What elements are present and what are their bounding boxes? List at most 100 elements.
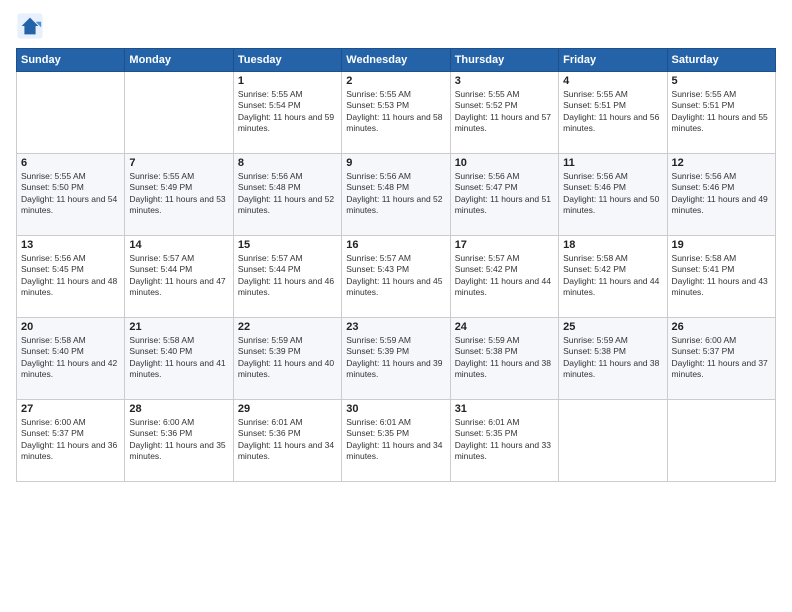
day-detail: Sunrise: 6:00 AMSunset: 5:37 PMDaylight:… bbox=[672, 335, 771, 381]
day-number: 1 bbox=[238, 75, 337, 87]
day-number: 7 bbox=[129, 157, 228, 169]
day-cell: 13 Sunrise: 5:56 AMSunset: 5:45 PMDayligh… bbox=[17, 236, 125, 318]
day-number: 31 bbox=[455, 403, 554, 415]
day-number: 9 bbox=[346, 157, 445, 169]
day-cell: 20 Sunrise: 5:58 AMSunset: 5:40 PMDayligh… bbox=[17, 318, 125, 400]
week-row-2: 13 Sunrise: 5:56 AMSunset: 5:45 PMDayligh… bbox=[17, 236, 776, 318]
day-number: 16 bbox=[346, 239, 445, 251]
week-row-0: 1 Sunrise: 5:55 AMSunset: 5:54 PMDaylight… bbox=[17, 72, 776, 154]
day-number: 20 bbox=[21, 321, 120, 333]
day-number: 15 bbox=[238, 239, 337, 251]
day-detail: Sunrise: 6:00 AMSunset: 5:37 PMDaylight:… bbox=[21, 417, 120, 463]
calendar-body: 1 Sunrise: 5:55 AMSunset: 5:54 PMDaylight… bbox=[17, 72, 776, 482]
day-number: 26 bbox=[672, 321, 771, 333]
day-cell: 31 Sunrise: 6:01 AMSunset: 5:35 PMDayligh… bbox=[450, 400, 558, 482]
day-detail: Sunrise: 5:59 AMSunset: 5:38 PMDaylight:… bbox=[563, 335, 662, 381]
day-number: 4 bbox=[563, 75, 662, 87]
logo bbox=[16, 12, 48, 40]
day-cell: 21 Sunrise: 5:58 AMSunset: 5:40 PMDayligh… bbox=[125, 318, 233, 400]
day-number: 18 bbox=[563, 239, 662, 251]
day-number: 17 bbox=[455, 239, 554, 251]
day-cell: 26 Sunrise: 6:00 AMSunset: 5:37 PMDayligh… bbox=[667, 318, 775, 400]
day-detail: Sunrise: 5:56 AMSunset: 5:46 PMDaylight:… bbox=[563, 171, 662, 217]
day-cell: 8 Sunrise: 5:56 AMSunset: 5:48 PMDaylight… bbox=[233, 154, 341, 236]
day-cell: 16Sunrise: 5:57 AMSunset: 5:43 PMDayligh… bbox=[342, 236, 450, 318]
logo-icon bbox=[16, 12, 44, 40]
day-cell: 9Sunrise: 5:56 AMSunset: 5:48 PMDaylight… bbox=[342, 154, 450, 236]
day-cell: 4 Sunrise: 5:55 AMSunset: 5:51 PMDaylight… bbox=[559, 72, 667, 154]
day-cell: 2Sunrise: 5:55 AMSunset: 5:53 PMDaylight… bbox=[342, 72, 450, 154]
day-detail: Sunrise: 5:58 AMSunset: 5:41 PMDaylight:… bbox=[672, 253, 771, 299]
day-cell: 30 Sunrise: 6:01 AMSunset: 5:35 PMDayligh… bbox=[342, 400, 450, 482]
header-thursday: Thursday bbox=[450, 49, 558, 72]
day-detail: Sunrise: 5:57 AMSunset: 5:44 PMDaylight:… bbox=[238, 253, 337, 299]
day-cell: 1 Sunrise: 5:55 AMSunset: 5:54 PMDaylight… bbox=[233, 72, 341, 154]
header-monday: Monday bbox=[125, 49, 233, 72]
day-cell: 12 Sunrise: 5:56 AMSunset: 5:46 PMDayligh… bbox=[667, 154, 775, 236]
day-cell: 23Sunrise: 5:59 AMSunset: 5:39 PMDayligh… bbox=[342, 318, 450, 400]
header-friday: Friday bbox=[559, 49, 667, 72]
day-number: 13 bbox=[21, 239, 120, 251]
day-number: 10 bbox=[455, 157, 554, 169]
day-cell: 19Sunrise: 5:58 AMSunset: 5:41 PMDayligh… bbox=[667, 236, 775, 318]
day-detail: Sunrise: 5:58 AMSunset: 5:40 PMDaylight:… bbox=[21, 335, 120, 381]
page: SundayMondayTuesdayWednesdayThursdayFrid… bbox=[0, 0, 792, 612]
day-detail: Sunrise: 6:01 AMSunset: 5:36 PMDaylight:… bbox=[238, 417, 337, 463]
day-number: 30 bbox=[346, 403, 445, 415]
day-cell: 17Sunrise: 5:57 AMSunset: 5:42 PMDayligh… bbox=[450, 236, 558, 318]
day-cell: 22 Sunrise: 5:59 AMSunset: 5:39 PMDayligh… bbox=[233, 318, 341, 400]
day-number: 21 bbox=[129, 321, 228, 333]
day-cell: 3Sunrise: 5:55 AMSunset: 5:52 PMDaylight… bbox=[450, 72, 558, 154]
day-detail: Sunrise: 5:55 AMSunset: 5:50 PMDaylight:… bbox=[21, 171, 120, 217]
day-number: 12 bbox=[672, 157, 771, 169]
day-detail: Sunrise: 5:55 AMSunset: 5:51 PMDaylight:… bbox=[563, 89, 662, 135]
day-detail: Sunrise: 5:59 AMSunset: 5:39 PMDaylight:… bbox=[346, 335, 445, 381]
header-saturday: Saturday bbox=[667, 49, 775, 72]
day-number: 22 bbox=[238, 321, 337, 333]
day-number: 24 bbox=[455, 321, 554, 333]
header-row: SundayMondayTuesdayWednesdayThursdayFrid… bbox=[17, 49, 776, 72]
calendar-header: SundayMondayTuesdayWednesdayThursdayFrid… bbox=[17, 49, 776, 72]
day-cell: 10Sunrise: 5:56 AMSunset: 5:47 PMDayligh… bbox=[450, 154, 558, 236]
day-number: 28 bbox=[129, 403, 228, 415]
day-cell: 7Sunrise: 5:55 AMSunset: 5:49 PMDaylight… bbox=[125, 154, 233, 236]
header-tuesday: Tuesday bbox=[233, 49, 341, 72]
day-number: 8 bbox=[238, 157, 337, 169]
day-cell: 25 Sunrise: 5:59 AMSunset: 5:38 PMDayligh… bbox=[559, 318, 667, 400]
day-cell: 18 Sunrise: 5:58 AMSunset: 5:42 PMDayligh… bbox=[559, 236, 667, 318]
day-cell bbox=[559, 400, 667, 482]
day-detail: Sunrise: 5:56 AMSunset: 5:46 PMDaylight:… bbox=[672, 171, 771, 217]
day-detail: Sunrise: 6:01 AMSunset: 5:35 PMDaylight:… bbox=[346, 417, 445, 463]
day-detail: Sunrise: 5:56 AMSunset: 5:45 PMDaylight:… bbox=[21, 253, 120, 299]
day-cell: 29 Sunrise: 6:01 AMSunset: 5:36 PMDayligh… bbox=[233, 400, 341, 482]
day-detail: Sunrise: 5:59 AMSunset: 5:38 PMDaylight:… bbox=[455, 335, 554, 381]
day-detail: Sunrise: 6:01 AMSunset: 5:35 PMDaylight:… bbox=[455, 417, 554, 463]
header bbox=[16, 12, 776, 40]
day-detail: Sunrise: 5:55 AMSunset: 5:54 PMDaylight:… bbox=[238, 89, 337, 135]
day-number: 11 bbox=[563, 157, 662, 169]
day-cell bbox=[17, 72, 125, 154]
day-cell: 14 Sunrise: 5:57 AMSunset: 5:44 PMDayligh… bbox=[125, 236, 233, 318]
day-number: 3 bbox=[455, 75, 554, 87]
day-cell: 27Sunrise: 6:00 AMSunset: 5:37 PMDayligh… bbox=[17, 400, 125, 482]
day-cell: 28 Sunrise: 6:00 AMSunset: 5:36 PMDayligh… bbox=[125, 400, 233, 482]
day-number: 2 bbox=[346, 75, 445, 87]
day-detail: Sunrise: 6:00 AMSunset: 5:36 PMDaylight:… bbox=[129, 417, 228, 463]
day-number: 25 bbox=[563, 321, 662, 333]
day-cell: 6 Sunrise: 5:55 AMSunset: 5:50 PMDaylight… bbox=[17, 154, 125, 236]
day-number: 6 bbox=[21, 157, 120, 169]
day-detail: Sunrise: 5:58 AMSunset: 5:40 PMDaylight:… bbox=[129, 335, 228, 381]
day-detail: Sunrise: 5:59 AMSunset: 5:39 PMDaylight:… bbox=[238, 335, 337, 381]
day-number: 5 bbox=[672, 75, 771, 87]
day-detail: Sunrise: 5:58 AMSunset: 5:42 PMDaylight:… bbox=[563, 253, 662, 299]
day-number: 29 bbox=[238, 403, 337, 415]
day-detail: Sunrise: 5:55 AMSunset: 5:51 PMDaylight:… bbox=[672, 89, 771, 135]
week-row-4: 27Sunrise: 6:00 AMSunset: 5:37 PMDayligh… bbox=[17, 400, 776, 482]
day-detail: Sunrise: 5:56 AMSunset: 5:48 PMDaylight:… bbox=[238, 171, 337, 217]
header-sunday: Sunday bbox=[17, 49, 125, 72]
day-cell: 11 Sunrise: 5:56 AMSunset: 5:46 PMDayligh… bbox=[559, 154, 667, 236]
day-number: 14 bbox=[129, 239, 228, 251]
header-wednesday: Wednesday bbox=[342, 49, 450, 72]
day-detail: Sunrise: 5:57 AMSunset: 5:44 PMDaylight:… bbox=[129, 253, 228, 299]
day-cell: 24 Sunrise: 5:59 AMSunset: 5:38 PMDayligh… bbox=[450, 318, 558, 400]
